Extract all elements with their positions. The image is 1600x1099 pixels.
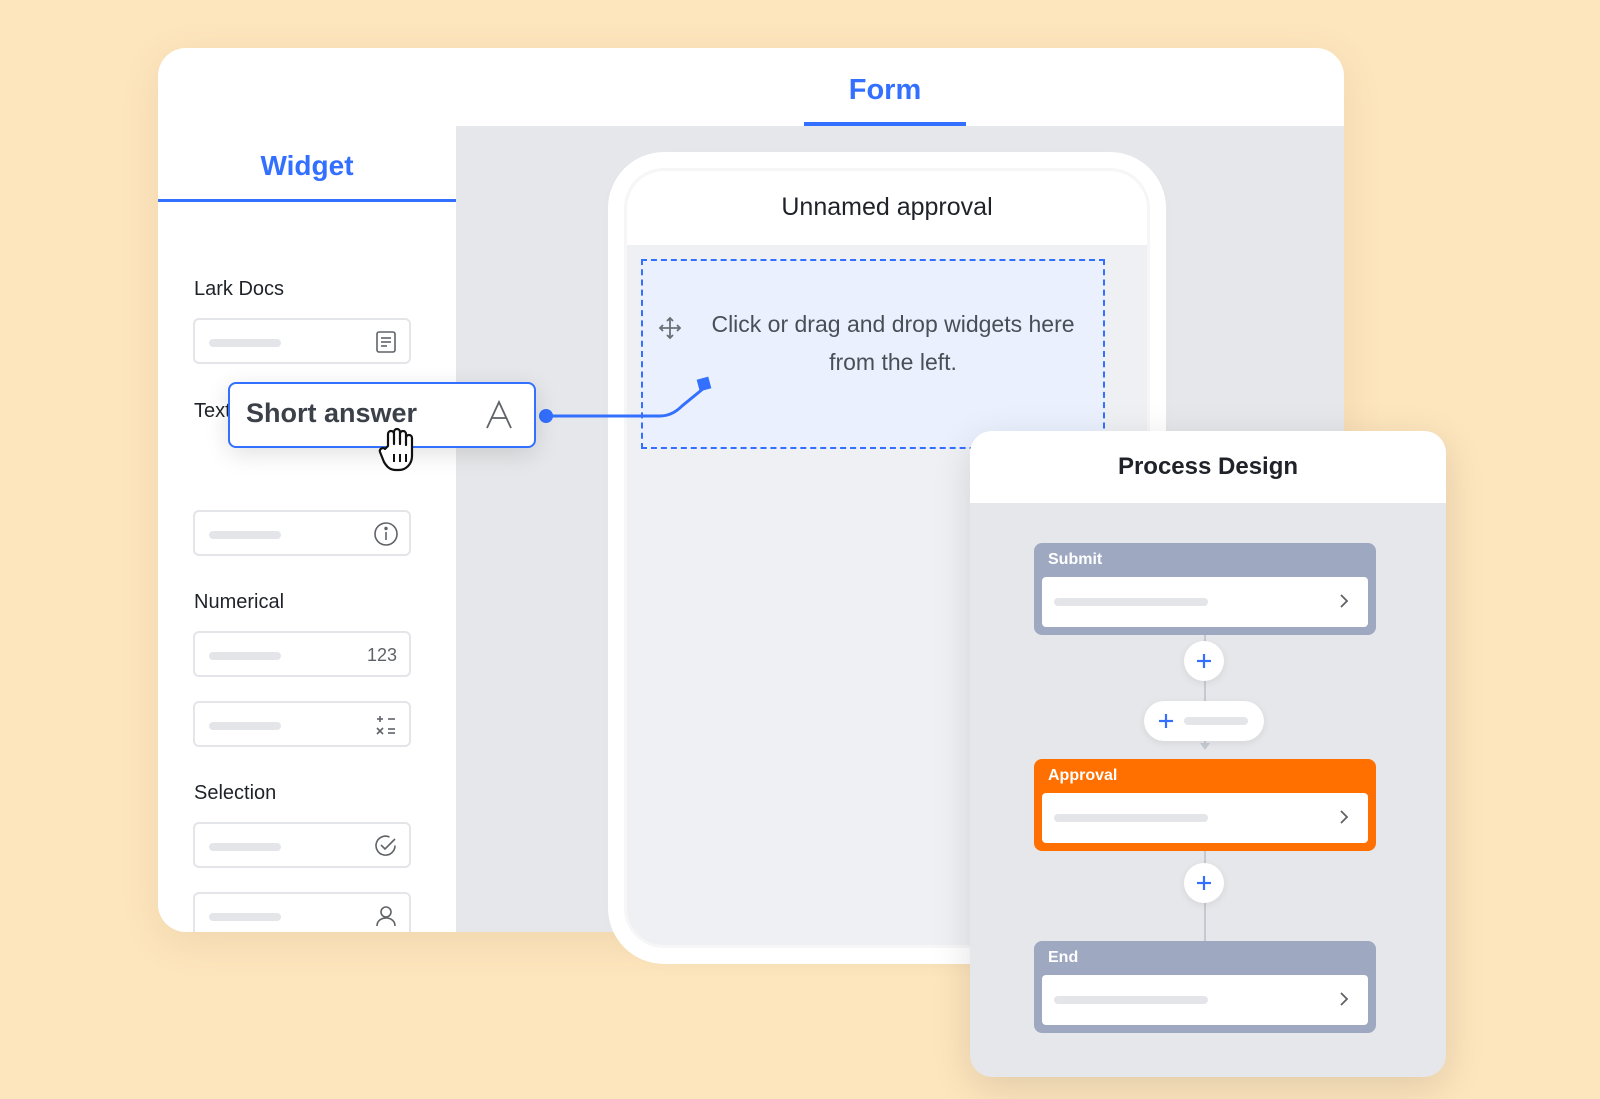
- widget-calculation[interactable]: [193, 701, 411, 747]
- section-label-text: Text: [194, 400, 231, 422]
- process-design-title: Process Design: [970, 431, 1446, 503]
- drop-hint-text: Click or drag and drop widgets here from…: [711, 311, 1075, 375]
- add-step-button[interactable]: [1184, 641, 1224, 681]
- plus-icon: [1159, 714, 1173, 728]
- number-icon: 123: [366, 644, 398, 665]
- flow-node-submit[interactable]: Submit: [1034, 543, 1376, 635]
- plus-icon: [1197, 654, 1211, 668]
- node-body: [1042, 577, 1368, 627]
- node-body: [1042, 793, 1368, 843]
- approval-title: Unnamed approval: [627, 171, 1147, 245]
- node-title-submit: Submit: [1048, 551, 1103, 568]
- tab-widget[interactable]: Widget: [158, 126, 456, 202]
- pill-placeholder-bar: [1184, 717, 1248, 725]
- widget-placeholder-bar: [209, 339, 281, 347]
- chevron-right-icon: [1340, 810, 1349, 824]
- info-icon: [373, 521, 399, 547]
- node-placeholder-bar: [1054, 996, 1208, 1004]
- drag-connector-line: [539, 376, 712, 423]
- widget-placeholder-bar: [209, 722, 281, 730]
- chevron-right-icon: [1340, 594, 1349, 608]
- process-design-panel: Process Design Submit Approval End: [970, 431, 1446, 1077]
- add-step-button[interactable]: [1184, 863, 1224, 903]
- widget-placeholder-bar: [209, 913, 281, 921]
- check-circle-icon: [373, 833, 399, 859]
- user-icon: [373, 903, 399, 929]
- hand-cursor-icon: [378, 427, 414, 472]
- font-a-icon: [482, 398, 516, 432]
- document-icon: [373, 329, 399, 355]
- flow-arrowhead: [1200, 743, 1210, 750]
- node-body: [1042, 975, 1368, 1025]
- node-placeholder-bar: [1054, 814, 1208, 822]
- widget-single-select[interactable]: [193, 822, 411, 868]
- widget-placeholder-bar: [209, 531, 281, 539]
- flow-node-end[interactable]: End: [1034, 941, 1376, 1033]
- widget-sidebar: Widget Lark Docs Text Numerical 123 Sele…: [158, 126, 456, 932]
- widget-description[interactable]: [193, 510, 411, 556]
- widget-contact[interactable]: [193, 892, 411, 932]
- plus-icon: [1197, 876, 1211, 890]
- widget-placeholder-bar: [209, 652, 281, 660]
- node-title-end: End: [1048, 949, 1079, 966]
- calculator-icon: [373, 712, 399, 738]
- section-label-lark-docs: Lark Docs: [194, 278, 285, 300]
- add-branch-button[interactable]: [1144, 701, 1264, 741]
- widget-lark-docs[interactable]: [193, 318, 411, 364]
- flow-node-approval[interactable]: Approval: [1034, 759, 1376, 851]
- move-icon: [657, 315, 683, 341]
- widget-placeholder-bar: [209, 843, 281, 851]
- widget-number[interactable]: 123: [193, 631, 411, 677]
- section-label-numerical: Numerical: [194, 591, 285, 613]
- node-placeholder-bar: [1054, 598, 1208, 606]
- node-title-approval: Approval: [1048, 767, 1118, 784]
- tab-form-design[interactable]: Form Design: [804, 68, 966, 150]
- chevron-right-icon: [1340, 992, 1349, 1006]
- section-label-selection: Selection: [194, 782, 277, 804]
